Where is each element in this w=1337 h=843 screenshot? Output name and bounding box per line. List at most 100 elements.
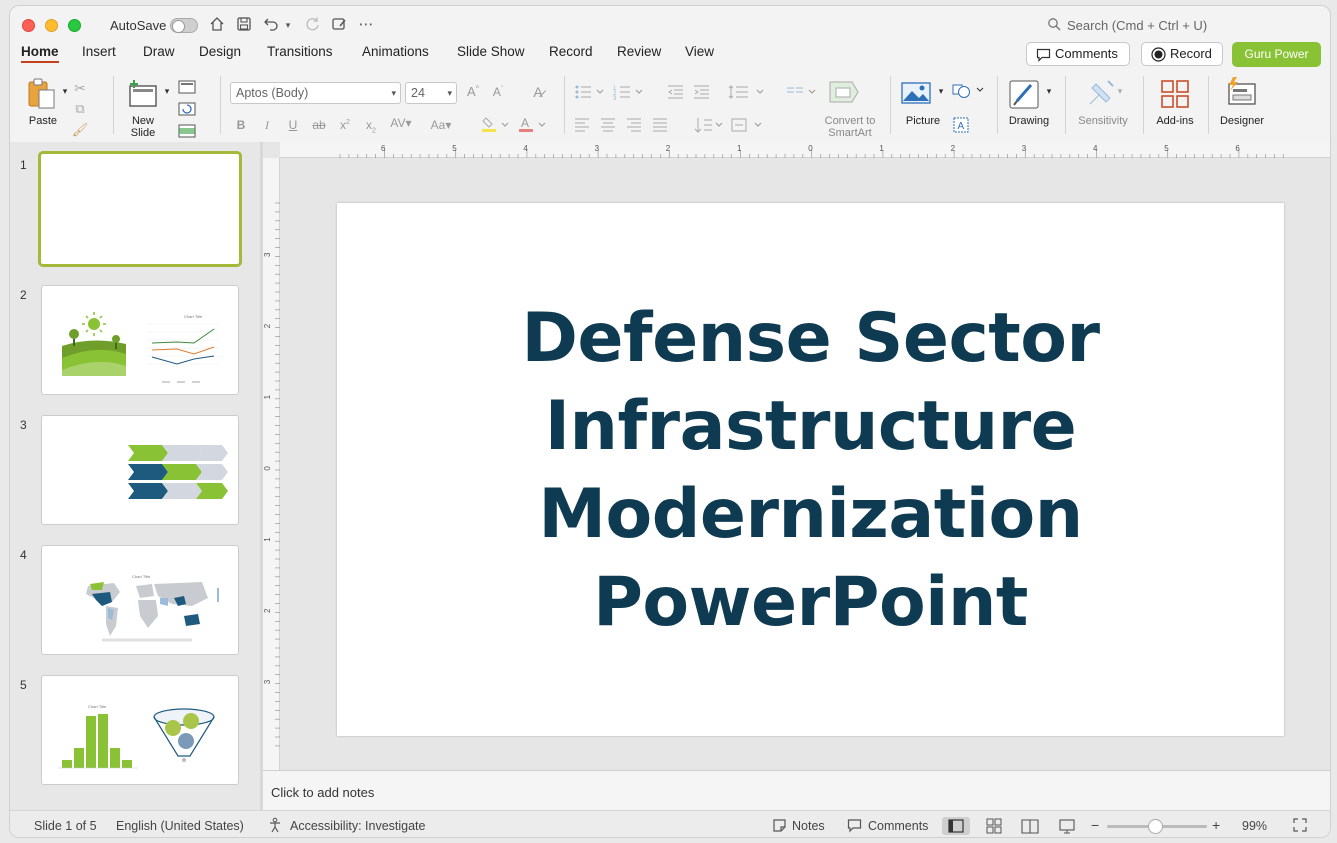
comments-button-label: Comments	[1055, 46, 1118, 61]
clear-formatting-icon[interactable]: A̷	[529, 84, 547, 100]
add-ins-icon[interactable]	[1160, 79, 1190, 112]
ribbon-divider	[1143, 76, 1144, 134]
zoom-in-icon[interactable]: +	[1212, 817, 1220, 833]
section-icon[interactable]	[178, 124, 196, 141]
comments-toggle[interactable]: Comments	[868, 819, 928, 833]
reset-slide-icon[interactable]	[178, 102, 196, 119]
align-right-icon[interactable]	[626, 118, 642, 135]
increase-font-size-icon[interactable]: A^	[464, 84, 482, 99]
text-direction-icon[interactable]	[694, 116, 724, 137]
format-painter-icon[interactable]: 🖌	[71, 122, 89, 138]
comments-button[interactable]: Comments	[1026, 42, 1130, 66]
undo-icon[interactable]	[261, 16, 281, 34]
text-box-icon[interactable]: A	[952, 116, 970, 137]
layout-icon[interactable]	[178, 80, 196, 97]
font-color-icon[interactable]: A	[518, 116, 548, 137]
font-size-select[interactable]: 24 ▾	[405, 82, 457, 104]
shapes-icon[interactable]	[952, 82, 988, 103]
superscript-icon[interactable]: x2	[336, 118, 354, 132]
accessibility-status[interactable]: Accessibility: Investigate	[290, 819, 425, 833]
drawing-dropdown-icon[interactable]: ▾	[1040, 86, 1058, 97]
save-icon[interactable]	[234, 16, 254, 34]
guru-power-button[interactable]: Guru Power	[1232, 42, 1321, 67]
close-window-button[interactable]	[22, 19, 35, 32]
smartart-icon[interactable]	[828, 80, 860, 107]
new-slide-icon[interactable]	[127, 78, 159, 111]
redo-icon[interactable]	[302, 16, 322, 34]
slide-thumbnail-1[interactable]	[38, 151, 242, 267]
home-icon[interactable]	[207, 16, 227, 34]
bold-icon[interactable]: B	[232, 118, 250, 132]
tab-view[interactable]: View	[685, 44, 714, 59]
align-text-icon[interactable]	[731, 116, 765, 137]
slide-sorter-view-button[interactable]	[980, 817, 1008, 835]
align-center-icon[interactable]	[600, 118, 616, 135]
maximize-window-button[interactable]	[68, 19, 81, 32]
align-left-icon[interactable]	[574, 118, 590, 135]
language-status[interactable]: English (United States)	[116, 819, 244, 833]
tab-review[interactable]: Review	[617, 44, 661, 59]
current-slide[interactable]: Defense Sector Infrastructure Modernizat…	[337, 203, 1284, 736]
tab-draw[interactable]: Draw	[143, 44, 175, 59]
ruler-label: 3	[595, 144, 600, 153]
sensitivity-dropdown-icon[interactable]: ▾	[1111, 86, 1129, 97]
more-options-icon[interactable]: ⋯	[356, 16, 376, 34]
zoom-out-icon[interactable]: −	[1091, 817, 1099, 833]
font-name-select[interactable]: Aptos (Body) ▾	[230, 82, 401, 104]
slide-thumbnail-2[interactable]: Chart Title	[41, 285, 239, 395]
tab-slide-show[interactable]: Slide Show	[457, 44, 525, 59]
strikethrough-icon[interactable]: ab	[310, 118, 328, 132]
search-input[interactable]: Search (Cmd + Ctrl + U)	[1067, 18, 1207, 33]
normal-view-button[interactable]	[942, 817, 970, 835]
ribbon-divider	[220, 76, 221, 134]
notes-pane[interactable]: Click to add notes	[263, 770, 1330, 810]
tab-animations[interactable]: Animations	[362, 44, 429, 59]
slide-title[interactable]: Defense Sector Infrastructure Modernizat…	[337, 295, 1284, 647]
character-spacing-icon[interactable]: AV▾	[388, 116, 414, 130]
zoom-slider-handle[interactable]	[1148, 819, 1163, 834]
line-spacing-icon[interactable]	[728, 84, 766, 103]
slide-thumbnail-4[interactable]: Chart Title	[41, 545, 239, 655]
bullets-icon[interactable]	[574, 84, 608, 103]
drawing-icon[interactable]	[1009, 79, 1041, 112]
tab-transitions[interactable]: Transitions	[267, 44, 333, 59]
edit-icon[interactable]	[329, 16, 349, 34]
underline-icon[interactable]: U	[284, 118, 302, 132]
paste-icon[interactable]	[27, 78, 57, 113]
justify-icon[interactable]	[652, 118, 668, 135]
paste-label: Paste	[28, 115, 58, 127]
decrease-indent-icon[interactable]	[667, 84, 685, 103]
increase-indent-icon[interactable]	[693, 84, 711, 103]
reading-view-button[interactable]	[1016, 817, 1044, 835]
notes-toggle[interactable]: Notes	[792, 819, 825, 833]
subscript-icon[interactable]: x2	[362, 118, 380, 134]
undo-dropdown-icon[interactable]: ▾	[282, 16, 294, 34]
tab-insert[interactable]: Insert	[82, 44, 116, 59]
ruler-label: 2	[666, 144, 671, 153]
highlight-icon[interactable]	[481, 116, 511, 137]
slideshow-view-button[interactable]	[1053, 817, 1081, 835]
picture-icon[interactable]	[901, 81, 931, 108]
copy-icon[interactable]: ⧉	[71, 101, 89, 117]
numbering-icon[interactable]: 123	[613, 84, 647, 103]
change-case-icon[interactable]: Aa▾	[426, 118, 456, 132]
decrease-font-size-icon[interactable]: Aˇ	[489, 85, 507, 99]
new-slide-dropdown-icon[interactable]: ▾	[158, 86, 176, 97]
cut-icon[interactable]: ✂	[71, 80, 89, 97]
autosave-toggle[interactable]	[170, 18, 198, 33]
picture-label: Picture	[905, 115, 941, 127]
picture-dropdown-icon[interactable]: ▾	[932, 86, 950, 97]
designer-icon[interactable]	[1225, 76, 1257, 111]
slide-thumbnail-3[interactable]	[41, 415, 239, 525]
slide-thumbnail-5[interactable]: Chart Title	[41, 675, 239, 785]
italic-icon[interactable]: I	[258, 118, 276, 133]
zoom-level[interactable]: 99%	[1242, 819, 1267, 833]
accessibility-icon	[268, 817, 284, 836]
tab-record[interactable]: Record	[549, 44, 593, 59]
columns-icon[interactable]	[786, 84, 820, 103]
record-button[interactable]: Record	[1141, 42, 1223, 66]
tab-home[interactable]: Home	[21, 44, 59, 63]
fit-to-window-icon[interactable]	[1292, 817, 1308, 836]
tab-design[interactable]: Design	[199, 44, 241, 59]
minimize-window-button[interactable]	[45, 19, 58, 32]
